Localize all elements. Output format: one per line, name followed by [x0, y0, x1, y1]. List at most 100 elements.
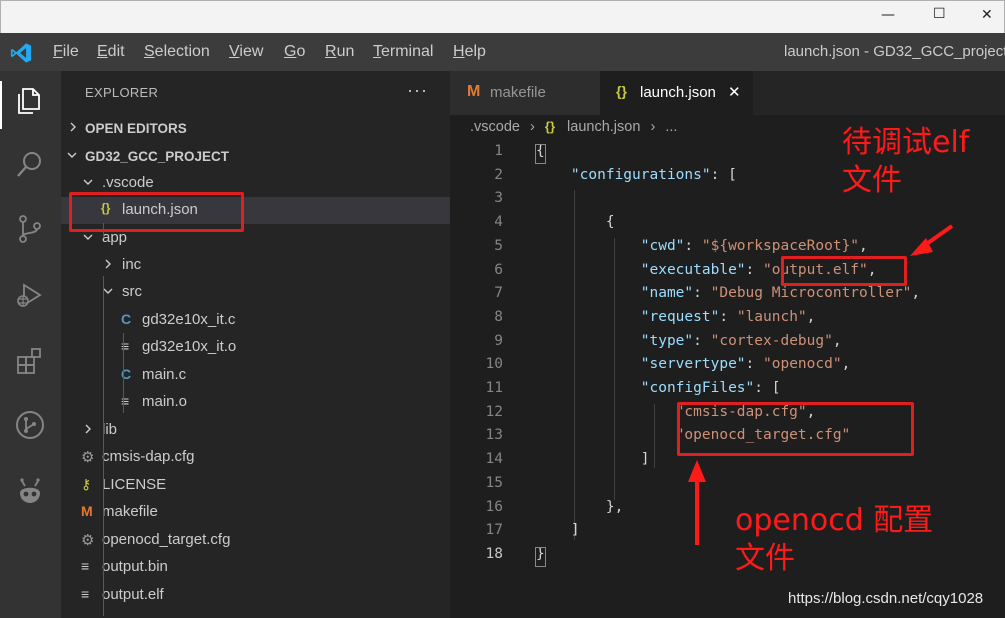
line-number: 3 — [494, 190, 503, 207]
platformio-icon[interactable] — [14, 475, 46, 507]
annotation-line: 待调试elf — [842, 125, 970, 160]
c-file-icon: C — [121, 311, 132, 327]
annotation-openocd-note: openocd 配置 文件 — [735, 502, 933, 578]
extensions-icon[interactable] — [14, 345, 46, 377]
tree-item[interactable]: Cmain.c — [61, 362, 450, 389]
chevron-right-icon — [85, 424, 91, 434]
json-punctuation: , — [911, 285, 921, 302]
code-line: "name": "Debug Microcontroller", — [536, 285, 920, 301]
menu-item[interactable]: Go — [284, 43, 305, 61]
menu-item[interactable]: Edit — [97, 43, 125, 61]
tree-item[interactable]: ≡ output.bin — [61, 554, 450, 581]
tree-item[interactable]: Mmakefile — [61, 499, 450, 526]
breadcrumb-item[interactable]: ... — [665, 119, 677, 135]
watermark: https://blog.csdn.net/cqy1028 — [788, 590, 984, 607]
explorer-icon[interactable] — [14, 85, 46, 117]
makefile-icon: M — [467, 83, 481, 100]
code-line: "type": "cortex-debug", — [536, 333, 842, 349]
line-number: 11 — [485, 380, 503, 396]
tree-item[interactable]: ⚙ openocd_target.cfg — [61, 527, 450, 554]
breadcrumb-separator-icon: › — [650, 119, 656, 135]
minimize-button[interactable]: — — [881, 7, 895, 23]
tree-item-label: main.c — [142, 366, 187, 383]
makefile-icon: M — [81, 503, 93, 519]
json-punctuation: , — [841, 356, 851, 373]
maximize-button[interactable]: ☐ — [933, 6, 946, 22]
chevron-right-icon — [105, 259, 111, 269]
menu-mnemonic: R — [325, 43, 337, 60]
menu-item[interactable]: Terminal — [373, 43, 433, 61]
code-line: { — [536, 214, 615, 230]
json-key: "configurations" — [570, 166, 711, 183]
tree-item[interactable]: ≡ output.elf — [61, 582, 450, 609]
json-punctuation — [536, 427, 676, 443]
menu-item[interactable]: File — [53, 43, 79, 61]
text-file-icon: ≡ — [81, 586, 90, 602]
tab-label: launch.json — [640, 84, 716, 101]
code-line: "request": "launch", — [536, 308, 816, 325]
breadcrumb-item[interactable]: launch.json — [567, 119, 640, 135]
tree-item[interactable]: src — [61, 279, 450, 306]
menu-mnemonic: F — [53, 43, 63, 60]
tree-item[interactable]: ⚙ cmsis-dap.cfg — [61, 444, 450, 471]
tree-indent-guide — [123, 333, 124, 413]
close-window-button[interactable]: ✕ — [981, 7, 993, 23]
json-punctuation: : — [693, 285, 711, 302]
open-editors-section[interactable]: OPEN EDITORS — [61, 115, 450, 142]
tab-launch-json[interactable]: {} launch.json ✕ — [600, 71, 753, 115]
json-punctuation — [536, 238, 641, 254]
json-key: "request" — [640, 308, 720, 325]
json-punctuation — [536, 333, 641, 349]
menu-item[interactable]: Help — [453, 43, 486, 61]
tree-item-label: src — [122, 283, 142, 300]
code-line: ] — [536, 522, 580, 538]
line-number: 2 — [494, 166, 503, 183]
json-key: "type" — [640, 332, 694, 349]
json-icon: {} — [616, 83, 627, 99]
json-key: "configFiles" — [640, 380, 755, 396]
json-punctuation: ] — [536, 522, 580, 539]
annotation-line: openocd 配置 — [735, 503, 934, 538]
tree-item-label: output.bin — [102, 558, 168, 575]
gear-icon: ⚙ — [81, 449, 95, 466]
gear-icon: ⚙ — [81, 532, 95, 549]
git-graph-icon[interactable] — [14, 409, 46, 441]
tree-item[interactable]: lib — [61, 417, 450, 444]
json-punctuation: : [ — [710, 166, 737, 183]
project-section[interactable]: GD32_GCC_PROJECT — [61, 143, 450, 170]
json-punctuation: : [ — [754, 380, 781, 396]
close-tab-icon[interactable]: ✕ — [728, 83, 741, 101]
line-number: 9 — [494, 332, 503, 349]
tree-item[interactable]: Cgd32e10x_it.c — [61, 307, 450, 334]
json-key: "cwd" — [640, 237, 685, 254]
menu-mnemonic: G — [284, 43, 297, 60]
annotation-line: 文件 — [735, 541, 795, 576]
menu-item[interactable]: Selection — [144, 43, 210, 61]
search-icon[interactable] — [14, 149, 46, 181]
tree-item[interactable]: inc — [61, 252, 450, 279]
code-line: }, — [536, 499, 623, 515]
line-number: 8 — [494, 308, 503, 325]
tree-item[interactable]: ≡ main.o — [61, 389, 450, 416]
json-punctuation: , — [832, 332, 842, 349]
arrow-head — [688, 460, 706, 482]
more-actions-icon[interactable]: ··· — [407, 80, 428, 101]
tree-item-label: LICENSE — [102, 476, 167, 493]
line-number: 16 — [485, 498, 503, 515]
json-punctuation: : — [684, 237, 702, 254]
chevron-right-icon — [70, 122, 76, 132]
source-control-icon[interactable] — [14, 213, 46, 245]
breadcrumb: .vscode › {} launch.json › ... — [470, 119, 677, 135]
json-punctuation: : — [745, 261, 763, 278]
run-debug-icon[interactable] — [14, 279, 46, 311]
tree-item[interactable]: ⚷ LICENSE — [61, 472, 450, 499]
tree-item[interactable]: ≡ gd32e10x_it.o — [61, 334, 450, 361]
tree-item-label: gd32e10x_it.c — [142, 311, 236, 328]
menu-item[interactable]: View — [229, 43, 263, 61]
annotation-line: 文件 — [842, 163, 902, 198]
breadcrumb-item[interactable]: .vscode — [470, 119, 520, 135]
tab-makefile[interactable]: M makefile — [450, 71, 600, 115]
breadcrumb-separator-icon: › — [530, 119, 535, 135]
json-string: "launch" — [736, 308, 807, 325]
menu-item[interactable]: Run — [325, 43, 354, 61]
